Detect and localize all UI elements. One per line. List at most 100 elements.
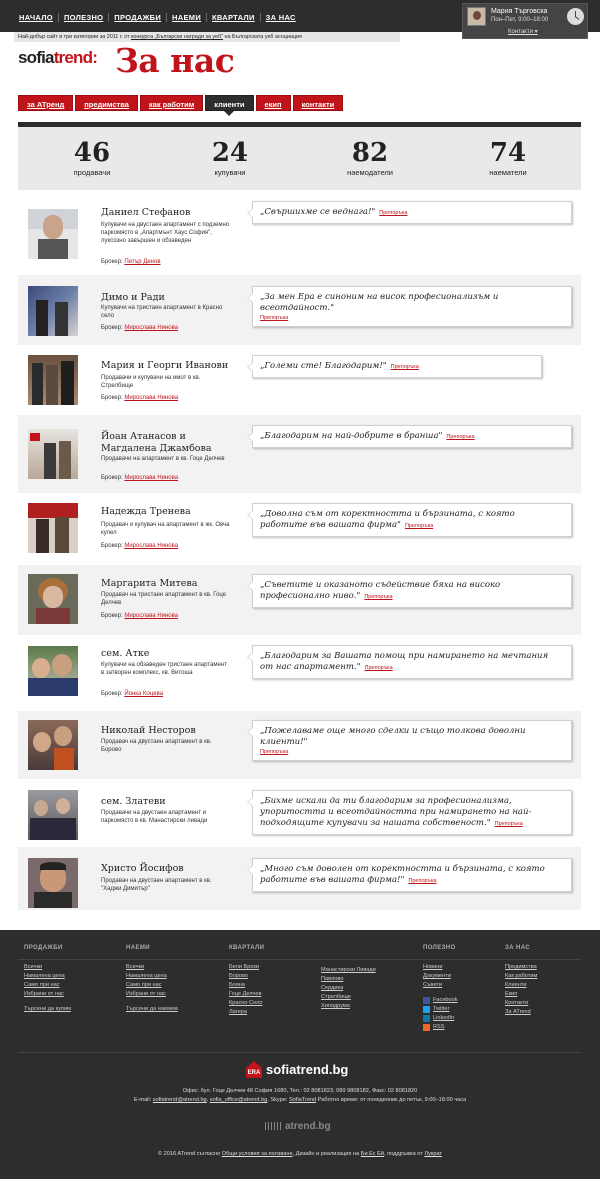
broker-link[interactable]: Петър Денов xyxy=(124,259,160,265)
quote-text: „Доволна съм от коректността и бързината… xyxy=(260,509,515,530)
footer-link[interactable]: Търсени да наемем xyxy=(126,1005,178,1014)
linkedin-link[interactable]: LinkedIn xyxy=(423,1014,458,1023)
footer-link[interactable]: Търсени да купим xyxy=(24,1005,71,1014)
client-description: Продавачи на двустаен апартамент и парко… xyxy=(101,810,208,824)
footer-col-title: КВАРТАЛИ xyxy=(229,945,265,951)
footer-link[interactable]: Лагера xyxy=(229,1008,264,1017)
twitter-link[interactable]: Twitter xyxy=(423,1005,458,1014)
agent-contacts-link[interactable]: Контакти ▾ xyxy=(508,28,538,35)
footer-divider xyxy=(18,959,581,960)
recommendation-link[interactable]: Препоръка xyxy=(379,210,407,216)
footer-link[interactable]: За ATrend xyxy=(505,1008,537,1017)
client-description: Купувачи на двустаен апартамент с подзем… xyxy=(101,222,230,244)
skype-link[interactable]: SofiaTrend xyxy=(289,1097,316,1103)
footer-link[interactable]: Съвети xyxy=(423,981,458,990)
stat-value: 24 xyxy=(211,138,249,168)
footer-link[interactable]: Как работим xyxy=(505,972,537,981)
recommendation-link[interactable]: Препоръка xyxy=(405,523,433,529)
footer-link[interactable]: Намалена цена xyxy=(24,972,71,981)
broker-line: Брокер: Йонка Коцева xyxy=(101,691,164,697)
nav-rentals[interactable]: НАЕМИ xyxy=(167,13,208,22)
recommendation-link[interactable]: Препоръка xyxy=(495,821,523,827)
recommendation-link[interactable]: Препоръка xyxy=(446,434,474,440)
footer-link[interactable]: Красно Село xyxy=(229,999,264,1008)
footer-link[interactable]: Екип xyxy=(505,990,537,999)
footer-link[interactable]: Избрани от нас xyxy=(24,990,71,999)
footer-link[interactable]: Документи xyxy=(423,972,458,981)
footer-link[interactable]: Само при нас xyxy=(126,981,178,990)
tab-how-we-work[interactable]: как работим xyxy=(139,95,204,111)
copyright: © 2016 ATrend съгласно Общи условия за п… xyxy=(158,1151,442,1157)
testimonial-item: Маргарита Митева Продавач на тристаен ап… xyxy=(18,565,581,635)
footer-link[interactable]: Павлово xyxy=(321,975,376,984)
testimonial-item: Димо и Ради Купувачи на тристаен апартам… xyxy=(18,275,581,345)
footer-link[interactable]: Предимства xyxy=(505,963,537,972)
recommendation-link[interactable]: Препоръка xyxy=(260,315,288,321)
broker-link[interactable]: Йонка Коцева xyxy=(124,691,163,697)
recommendation-link[interactable]: Препоръка xyxy=(364,594,392,600)
email-link[interactable]: sofia_office@atrend.bg xyxy=(210,1097,268,1103)
tab-team[interactable]: екип xyxy=(255,95,291,111)
broker-link[interactable]: Мирослава Нинова xyxy=(124,613,178,619)
client-name: сем. Атке xyxy=(101,648,150,659)
client-photo xyxy=(28,574,78,624)
tab-clients[interactable]: клиенти xyxy=(205,95,254,116)
footer-link[interactable]: Контакти xyxy=(505,999,537,1008)
stat-label: наематели xyxy=(489,168,527,177)
footer-brand[interactable]: sofiatrend.bg xyxy=(266,1062,348,1077)
testimonial-quote: „Много съм доволен от коректността и бър… xyxy=(247,858,572,892)
footer-link[interactable]: Избрани от нас xyxy=(126,990,178,999)
testimonial-item: Мария и Георги Иванови Продавачи и купув… xyxy=(18,345,581,415)
site-logo[interactable]: sofiatrend: xyxy=(18,48,98,68)
tab-about-atrend[interactable]: за АТренд xyxy=(18,95,74,111)
footer-link[interactable]: Всички xyxy=(126,963,178,972)
footer-link[interactable]: Манастирски Ливади xyxy=(321,966,376,975)
agent-hours: Пон–Пет, 9:00–18:00 xyxy=(491,17,549,23)
footer-link[interactable]: Клиенти xyxy=(505,981,537,990)
recommendation-link[interactable]: Препоръка xyxy=(260,749,288,755)
recommendation-link[interactable]: Препоръка xyxy=(408,878,436,884)
nav-home[interactable]: НАЧАЛО xyxy=(14,13,59,22)
award-link[interactable]: конкурса „Български награди за уеб" xyxy=(131,34,223,40)
recommendation-link[interactable]: Препоръка xyxy=(391,364,419,370)
site-footer: ПРОДАЖБИ Всички Намалена цена Само при н… xyxy=(0,930,600,1179)
client-description: Продавач на двустаен апартамент в кв. "Х… xyxy=(101,878,212,892)
footer-link[interactable]: Новини xyxy=(423,963,458,972)
support-link[interactable]: Лукрат xyxy=(424,1151,442,1157)
broker-link[interactable]: Мирослава Нинова xyxy=(124,543,178,549)
client-description: Продавач на двустаен апартамент в кв. Бо… xyxy=(101,739,212,753)
footer-link[interactable]: Бояна xyxy=(229,981,264,990)
nav-sales[interactable]: ПРОДАЖБИ xyxy=(109,13,168,22)
atrend-logo[interactable]: atrend.bg xyxy=(265,1121,331,1132)
client-photo xyxy=(28,790,78,840)
broker-link[interactable]: Мирослава Нинова xyxy=(124,325,178,331)
footer-link[interactable]: Гоце Делчев xyxy=(229,990,264,999)
client-description: Продавач и купувач на апартамент в жк. О… xyxy=(101,522,230,536)
nav-about[interactable]: ЗА НАС xyxy=(261,13,301,22)
footer-link[interactable]: Бели Брези xyxy=(229,963,264,972)
footer-link[interactable]: Борово xyxy=(229,972,264,981)
tab-advantages[interactable]: предимства xyxy=(75,95,138,111)
footer-link[interactable]: Всички xyxy=(24,963,71,972)
nav-districts[interactable]: КВАРТАЛИ xyxy=(207,13,261,22)
footer-link[interactable]: Само при нас xyxy=(24,981,71,990)
client-name: Даниел Стефанов xyxy=(101,207,191,218)
testimonial-item: Йоан Атанасов и Магдалена Джамбова Прода… xyxy=(18,415,581,493)
office-address: Офис: бул. Гоце Делчев 48 София 1680, Те… xyxy=(182,1088,418,1094)
footer-link[interactable]: Намалена цена xyxy=(126,972,178,981)
footer-link[interactable]: Сердика xyxy=(321,984,376,993)
broker-link[interactable]: Мирослава Нинова xyxy=(124,395,178,401)
recommendation-link[interactable]: Препоръка xyxy=(365,665,393,671)
footer-link[interactable]: Хиподрума xyxy=(321,1002,376,1011)
terms-link[interactable]: Общи условия за ползване xyxy=(222,1151,293,1157)
facebook-link[interactable]: Facebook xyxy=(423,996,458,1005)
rss-link[interactable]: RSS xyxy=(423,1023,458,1032)
broker-link[interactable]: Мирослава Нинова xyxy=(124,475,178,481)
nav-useful[interactable]: ПОЛЕЗНО xyxy=(59,13,110,22)
designer-link[interactable]: Би Ес Ей xyxy=(361,1151,384,1157)
stat-sellers: 46 продавачи xyxy=(42,139,142,177)
tab-contacts[interactable]: контакти xyxy=(292,95,344,111)
email-link[interactable]: sofiatrend@atrend.bg xyxy=(153,1097,207,1103)
client-name: Димо и Ради xyxy=(101,292,165,303)
footer-link[interactable]: Стрелбище xyxy=(321,993,376,1002)
